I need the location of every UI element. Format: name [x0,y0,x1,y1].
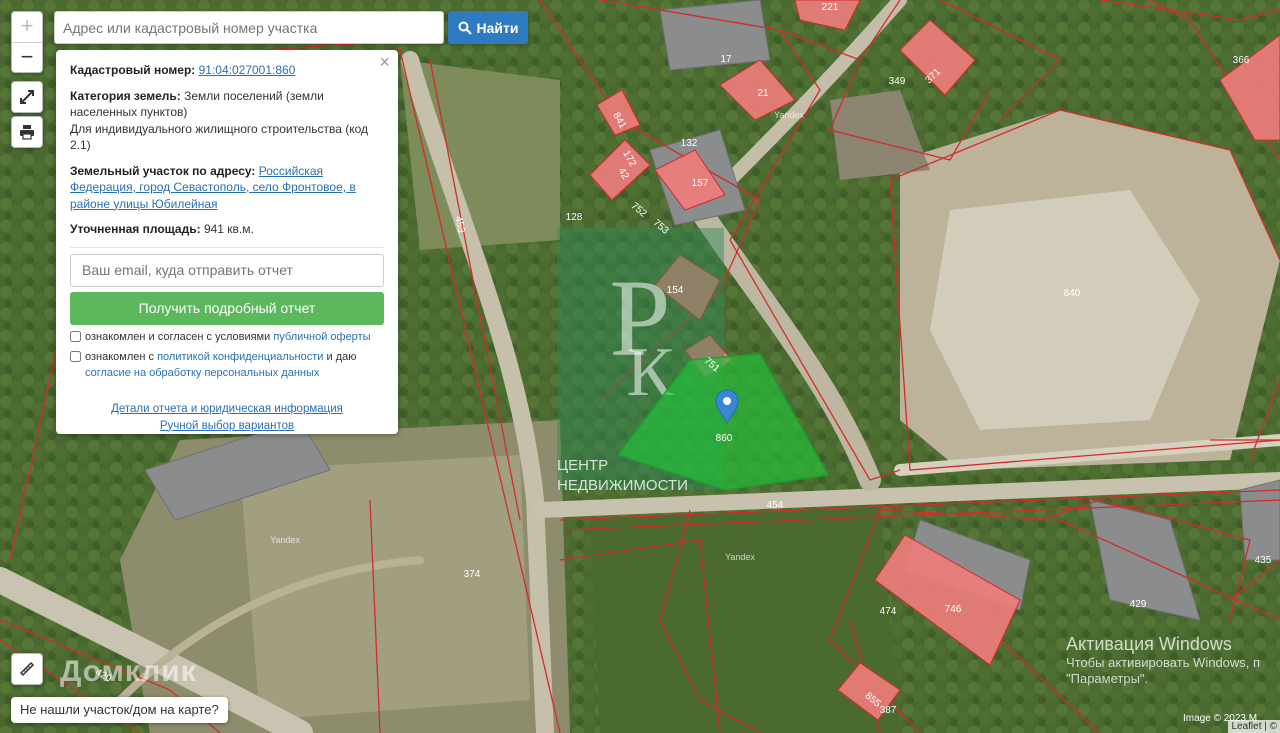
offer-consent-text: ознакомлен и согласен с условиями публич… [85,330,371,343]
zoom-in-button[interactable]: + [12,12,42,42]
parcel-info-panel: × Кадастровый номер: 91:04:027001:860 Ка… [56,50,398,434]
parcel-label: 840 [1064,288,1081,299]
offer-consent-checkbox[interactable] [70,330,81,342]
windows-activation-line1: Чтобы активировать Windows, п [1066,655,1261,670]
map-attribution[interactable]: Leaflet | © [1228,720,1280,733]
offer-consent-row: ознакомлен и согласен с условиями публич… [70,329,384,345]
parcel-label: 349 [889,76,906,87]
watermark-text-line1: ЦЕНТР [557,457,608,474]
search-input[interactable] [54,11,444,44]
printer-icon [20,125,34,140]
yandex-label: Yandex [270,535,300,545]
windows-activation-title: Активация Windows [1066,634,1232,654]
parcel-label: 746 [945,604,962,615]
area-label: Уточненная площадь: [70,222,201,236]
selected-parcel-label: 860 [716,433,733,444]
privacy-policy-link[interactable]: политикой конфиденциальности [157,351,323,363]
windows-activation-watermark: Активация Windows Чтобы активировать Win… [1066,633,1260,687]
search-button-label: Найти [476,19,519,36]
address-label: Земельный участок по адресу: [70,163,256,178]
parcel-label: 435 [1255,555,1272,566]
parcel-label: 387 [880,705,897,716]
public-offer-link[interactable]: публичной оферты [273,331,370,343]
manual-selection-link[interactable]: Ручной выбор вариантов [160,420,294,432]
domclick-watermark: Домклик [60,655,197,688]
panel-links: Детали отчета и юридическая информация Р… [70,401,384,435]
windows-activation-line2: "Параметры". [1066,671,1149,686]
divider [70,246,384,248]
not-found-button[interactable]: Не нашли участок/дом на карте? [11,697,228,723]
parcel-label: 474 [880,606,897,617]
area-row: Уточненная площадь: 941 кв.м. [70,221,384,238]
privacy-consent-text: ознакомлен с политикой конфиденциальност… [85,350,357,379]
category-label: Категория земель: [70,88,181,103]
parcel-label: 128 [566,212,583,223]
ruler-icon [19,661,35,677]
parcel-label: 21 [757,88,769,99]
parcel-label: 221 [822,2,839,13]
fullscreen-button[interactable] [11,81,43,113]
parcel-label: 132 [681,138,698,149]
parcel-label: 374 [464,569,481,580]
privacy-consent-checkbox[interactable] [70,350,81,362]
parcel-label: 366 [1233,55,1250,66]
yandex-label: Yandex [725,552,755,562]
usage-value: Для индивидуального жилищного строительс… [70,121,368,153]
ruler-button[interactable] [11,653,43,685]
get-report-button[interactable]: Получить подробный отчет [70,291,384,325]
magnifier-icon [458,21,472,35]
parcel-label: 429 [1130,599,1147,610]
privacy-consent-row: ознакомлен с политикой конфиденциальност… [70,349,384,381]
cadastral-row: Кадастровый номер: 91:04:027001:860 [70,62,384,79]
address-row: Земельный участок по адресу: Российская … [70,163,384,213]
land-category-row: Категория земель: Земли поселений (земли… [70,88,384,154]
watermark-text-line2: НЕДВИЖИМОСТИ [557,477,688,494]
personal-data-consent-link[interactable]: согласие на обработку персональных данны… [85,367,319,379]
print-button[interactable] [11,116,43,148]
search-button[interactable]: Найти [448,11,528,44]
parcel-label: 154 [667,285,684,296]
cadastral-number-link[interactable]: 91:04:027001:860 [199,63,296,77]
email-field[interactable] [70,253,384,287]
cadastral-label: Кадастровый номер: [70,63,196,77]
zoom-control: + − [11,11,43,73]
report-details-link[interactable]: Детали отчета и юридическая информация [111,403,343,415]
expand-arrows-icon [20,90,34,104]
close-icon[interactable]: × [379,53,390,70]
parcel-label: 157 [692,178,709,189]
parcel-label: 17 [720,54,732,65]
zoom-out-button[interactable]: − [12,42,42,73]
yandex-label: Yandex [774,110,804,120]
parcel-label: 454 [767,500,784,511]
area-value: 941 кв.м. [203,222,254,236]
